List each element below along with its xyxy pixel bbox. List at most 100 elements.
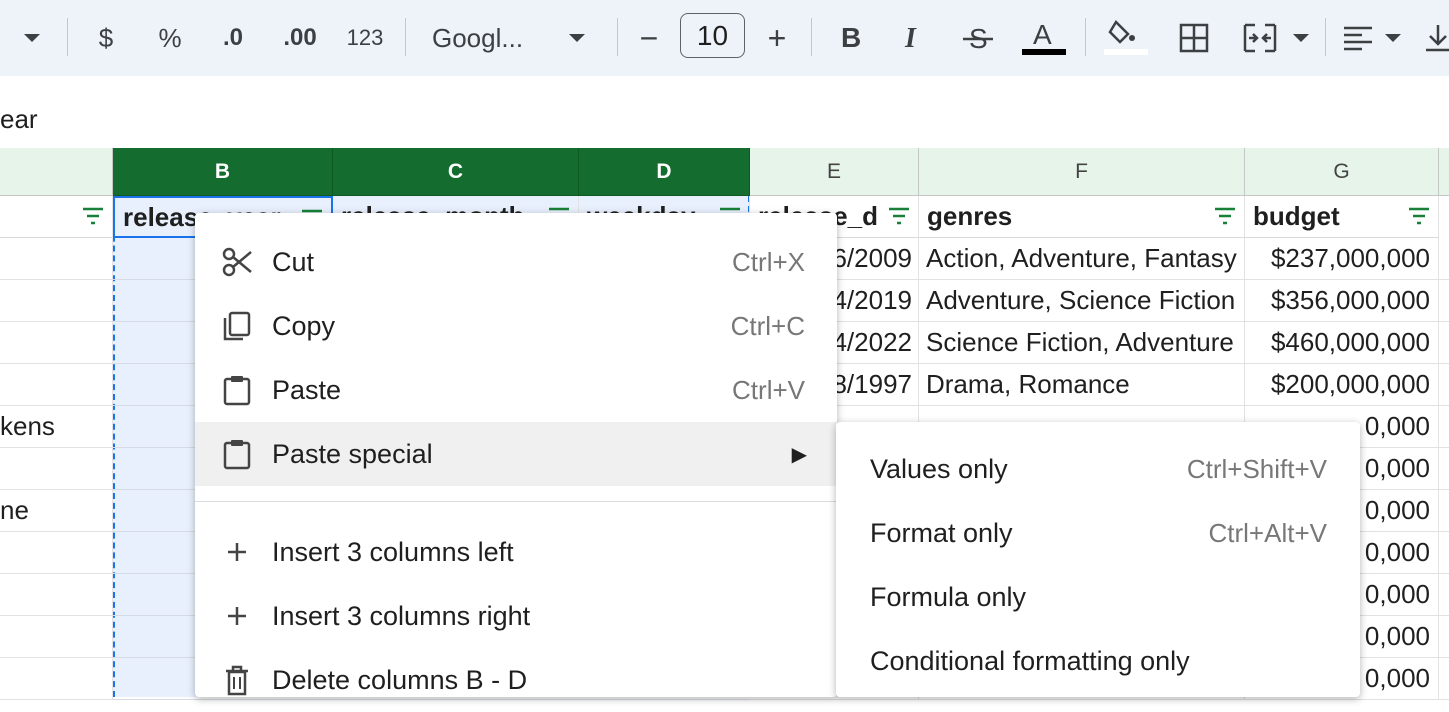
- column-header-g[interactable]: G: [1245, 148, 1439, 196]
- column-header-e[interactable]: E: [750, 148, 919, 196]
- cell-h[interactable]: [1439, 490, 1449, 532]
- header-cell-g[interactable]: budget: [1245, 196, 1439, 238]
- filter-icon[interactable]: [82, 206, 104, 226]
- italic-button[interactable]: I: [893, 0, 933, 76]
- font-size-input[interactable]: 10: [680, 13, 745, 58]
- cell-h[interactable]: [1439, 322, 1449, 364]
- currency-format-button[interactable]: $: [88, 0, 124, 76]
- increase-decimal-label: .00: [283, 24, 317, 51]
- cell-a[interactable]: [0, 616, 113, 658]
- more-formats-button[interactable]: 123: [340, 0, 390, 76]
- cell-a[interactable]: [0, 532, 113, 574]
- merge-chevron-icon[interactable]: [1288, 0, 1314, 76]
- cell-f[interactable]: Drama, Romance: [919, 364, 1245, 406]
- column-header-f[interactable]: F: [919, 148, 1245, 196]
- increase-decimal-button[interactable]: .00: [272, 0, 328, 76]
- cell-a[interactable]: [0, 322, 113, 364]
- submenu-item-formula-only[interactable]: Formula only: [836, 565, 1360, 629]
- submenu-item-label: Format only: [870, 517, 1013, 548]
- align-left-icon[interactable]: [1338, 0, 1378, 76]
- divider: [1325, 18, 1326, 56]
- submenu-item-label: Values only: [870, 453, 1008, 484]
- cell-g[interactable]: $200,000,000: [1245, 364, 1439, 406]
- filter-icon[interactable]: [888, 206, 910, 226]
- fill-color-button[interactable]: [1101, 0, 1151, 76]
- cell-g[interactable]: $356,000,000: [1245, 280, 1439, 322]
- increase-font-size-button[interactable]: +: [760, 0, 794, 76]
- submenu-item-values-only[interactable]: Values only Ctrl+Shift+V: [836, 437, 1360, 501]
- cell-a[interactable]: ne: [0, 490, 113, 532]
- align-chevron-icon[interactable]: [1380, 0, 1406, 76]
- filter-icon[interactable]: [1408, 206, 1430, 226]
- menu-item-label: Paste: [272, 374, 342, 405]
- formula-bar[interactable]: [0, 94, 1449, 146]
- menu-item-insert-columns-left[interactable]: Insert 3 columns left: [195, 520, 837, 584]
- cell-a[interactable]: [0, 574, 113, 616]
- cell-f[interactable]: Adventure, Science Fiction: [919, 280, 1245, 322]
- header-cell-f[interactable]: genres: [919, 196, 1245, 238]
- zoom-dropdown-chevron-icon[interactable]: [12, 0, 52, 76]
- borders-icon[interactable]: [1174, 0, 1214, 76]
- column-header-b[interactable]: B: [113, 148, 333, 196]
- column-header-h[interactable]: [1439, 148, 1449, 196]
- menu-item-insert-columns-right[interactable]: Insert 3 columns right: [195, 584, 837, 648]
- menu-item-shortcut: Ctrl+V: [732, 374, 805, 405]
- submenu-item-label: Conditional formatting only: [870, 645, 1190, 676]
- font-family-chevron-icon[interactable]: [562, 0, 592, 76]
- cell-f[interactable]: Science Fiction, Adventure: [919, 322, 1245, 364]
- cell-g[interactable]: $237,000,000: [1245, 238, 1439, 280]
- cell-h[interactable]: [1439, 532, 1449, 574]
- scissors-icon: [222, 247, 252, 277]
- divider: [811, 18, 812, 56]
- column-header-c[interactable]: C: [333, 148, 579, 196]
- submenu-item-shortcut: Ctrl+Alt+V: [1208, 517, 1328, 548]
- decrease-decimal-button[interactable]: .0: [208, 0, 258, 76]
- plus-icon: [228, 543, 246, 561]
- submenu-item-label: Formula only: [870, 581, 1027, 612]
- text-color-button[interactable]: A: [1019, 0, 1069, 76]
- menu-divider: [195, 501, 837, 502]
- divider: [67, 18, 68, 56]
- cell-a[interactable]: [0, 448, 113, 490]
- menu-item-paste[interactable]: Paste Ctrl+V: [195, 358, 837, 422]
- cell-a[interactable]: [0, 238, 113, 280]
- clipboard-icon: [223, 440, 251, 470]
- cell-a[interactable]: [0, 280, 113, 322]
- context-menu: Cut Ctrl+X Copy Ctrl+C Paste Ctrl+V Past…: [195, 213, 837, 697]
- merge-cells-icon[interactable]: [1240, 0, 1280, 76]
- submenu-item-conditional-formatting-only[interactable]: Conditional formatting only: [836, 629, 1360, 693]
- menu-item-paste-special[interactable]: Paste special ▶: [195, 422, 837, 486]
- cell-a[interactable]: [0, 364, 113, 406]
- cell-h[interactable]: [1439, 448, 1449, 490]
- submenu-arrow-icon: ▶: [791, 443, 807, 466]
- filter-icon[interactable]: [1214, 206, 1236, 226]
- menu-item-copy[interactable]: Copy Ctrl+C: [195, 294, 837, 358]
- menu-item-delete-columns[interactable]: Delete columns B - D: [195, 648, 837, 712]
- vertical-align-icon[interactable]: [1424, 0, 1449, 76]
- column-header-d[interactable]: D: [579, 148, 750, 196]
- submenu-item-format-only[interactable]: Format only Ctrl+Alt+V: [836, 501, 1360, 565]
- font-family-dropdown[interactable]: Googl...: [432, 0, 542, 76]
- cell-h[interactable]: [1439, 280, 1449, 322]
- cell-h[interactable]: [1439, 406, 1449, 448]
- cell-f[interactable]: Action, Adventure, Fantasy: [919, 238, 1245, 280]
- cell-h[interactable]: [1439, 238, 1449, 280]
- cell-h[interactable]: [1439, 658, 1449, 700]
- svg-text:A: A: [1033, 19, 1052, 50]
- header-cell-a[interactable]: [0, 196, 113, 238]
- strikethrough-button[interactable]: S: [956, 0, 1000, 76]
- cell-h[interactable]: [1439, 364, 1449, 406]
- menu-item-cut[interactable]: Cut Ctrl+X: [195, 230, 837, 294]
- submenu-item-shortcut: Ctrl+Shift+V: [1186, 453, 1327, 484]
- cell-h[interactable]: [1439, 574, 1449, 616]
- percent-format-button[interactable]: %: [150, 0, 190, 76]
- column-header-a[interactable]: [0, 148, 113, 196]
- decrease-font-size-button[interactable]: −: [632, 0, 666, 76]
- bold-button[interactable]: B: [830, 0, 870, 76]
- cell-h[interactable]: [1439, 616, 1449, 658]
- cell-g[interactable]: $460,000,000: [1245, 322, 1439, 364]
- cell-a[interactable]: kens: [0, 406, 113, 448]
- menu-item-label: Delete columns B - D: [272, 664, 528, 695]
- menu-item-label: Insert 3 columns right: [272, 600, 531, 631]
- cell-a[interactable]: [0, 658, 113, 700]
